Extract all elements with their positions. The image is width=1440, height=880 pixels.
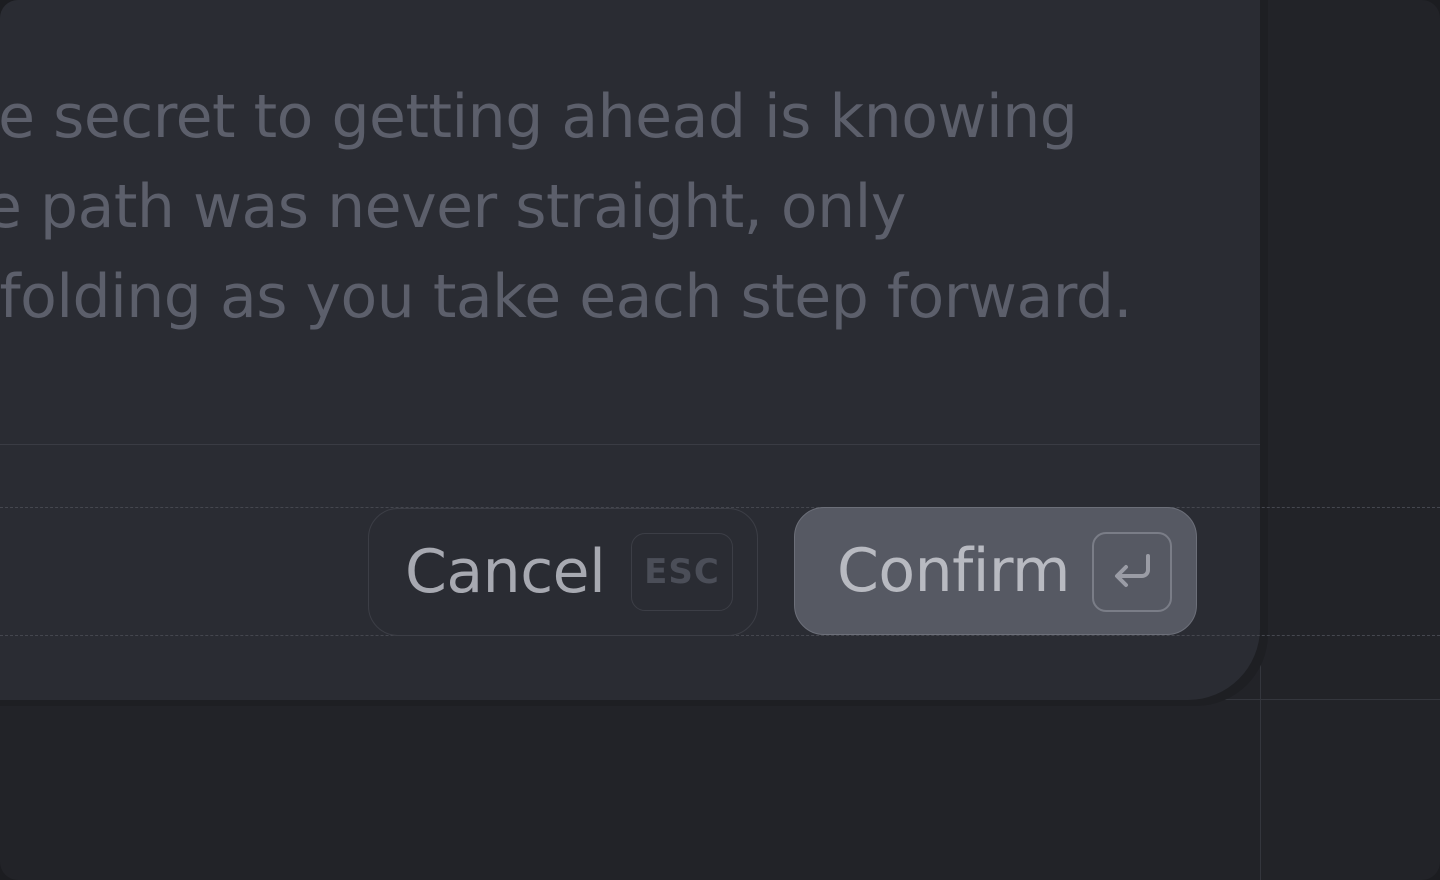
- dialog-footer-divider: [0, 444, 1260, 445]
- dialog-body: The secret to getting ahead is knowing t…: [0, 0, 1260, 444]
- workspace-canvas: The secret to getting ahead is knowing t…: [0, 0, 1440, 880]
- cancel-button[interactable]: Cancel ESC: [368, 508, 758, 636]
- enter-return-icon: [1115, 554, 1150, 587]
- cancel-button-label: Cancel: [405, 537, 606, 607]
- dialog-message-line: unfolding as you take each step forward.: [0, 262, 1132, 332]
- confirm-button[interactable]: Confirm: [794, 507, 1197, 635]
- esc-key-hint: ESC: [631, 533, 733, 611]
- dialog-message-line: the path was never straight, only: [0, 172, 906, 242]
- dialog-message: The secret to getting ahead is knowing t…: [0, 72, 1132, 342]
- vertical-guide-line: [1260, 0, 1261, 880]
- confirm-button-label: Confirm: [837, 536, 1070, 606]
- dialog-message-line: The secret to getting ahead is knowing: [0, 82, 1078, 152]
- enter-key-hint: [1092, 532, 1172, 612]
